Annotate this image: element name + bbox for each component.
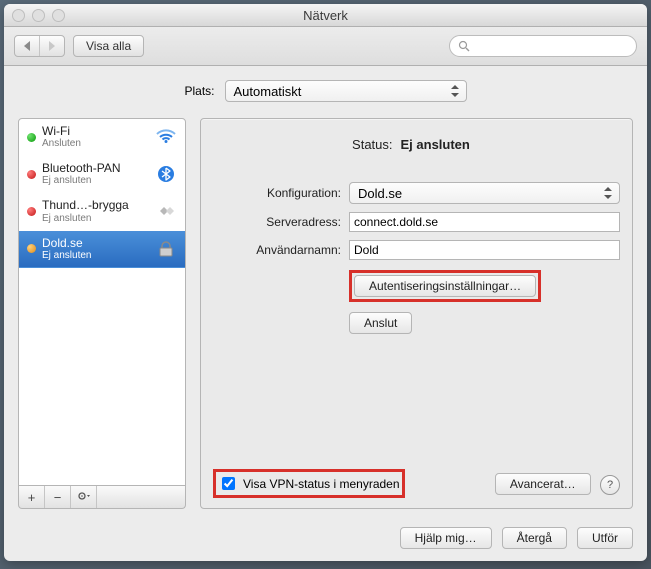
nav-back-button[interactable] [15,36,39,56]
panel-footer-right: Avancerat… ? [495,473,620,495]
sidebar-item-status: Ej ansluten [42,250,149,261]
sidebar-item-status: Ansluten [42,138,149,149]
server-address-input[interactable] [349,212,620,232]
wifi-icon [155,128,177,146]
window-title: Nätverk [4,8,647,23]
sidebar-item-thunderbolt[interactable]: Thund…-brygga Ej ansluten [19,193,185,230]
sidebar-item-vpn[interactable]: Dold.se Ej ansluten [19,231,185,268]
thunderbolt-icon [155,202,177,220]
highlight-vpn-checkbox: Visa VPN-status i menyraden [213,469,405,498]
vpn-status-checkbox-label: Visa VPN-status i menyraden [243,477,400,491]
status-row: Status: Ej ansluten [213,137,620,152]
server-label: Serveradress: [213,215,341,229]
sidebar-item-status: Ej ansluten [42,175,149,186]
interfaces-list: Wi-Fi Ansluten Bluetooth-PAN Ej ansluten [18,118,186,486]
nav-forward-button[interactable] [39,36,64,56]
titlebar: Nätverk [4,4,647,27]
sidebar-toolbar: + − [18,486,186,509]
help-button[interactable]: ? [600,475,620,495]
sidebar-item-label: Wi-Fi [42,125,149,138]
interface-gear-button[interactable] [71,486,97,508]
server-row: Serveradress: [213,212,620,232]
config-row: Konfiguration: Dold.se [213,182,620,204]
show-all-button[interactable]: Visa alla [73,35,144,57]
status-dot-icon [27,244,36,253]
username-row: Användarnamn: [213,240,620,260]
apply-button[interactable]: Utför [577,527,633,549]
gear-icon [77,490,91,502]
sidebar-item-label: Dold.se [42,237,149,250]
config-label: Konfiguration: [213,186,341,200]
highlight-auth: Autentiseringsinställningar… [349,270,541,302]
add-interface-button[interactable]: + [19,486,45,508]
location-label: Plats: [184,84,214,98]
status-dot-icon [27,207,36,216]
config-value: Dold.se [358,186,402,201]
search-input[interactable] [449,35,637,57]
search-icon [458,40,470,52]
remove-interface-button[interactable]: − [45,486,71,508]
username-label: Användarnamn: [213,243,341,257]
status-dot-icon [27,170,36,179]
lock-icon [155,240,177,258]
revert-button[interactable]: Återgå [502,527,567,549]
vpn-status-checkbox[interactable] [222,477,235,490]
status-value: Ej ansluten [401,137,561,152]
bluetooth-icon [155,165,177,183]
location-select[interactable]: Automatiskt [225,80,467,102]
sidebar-item-wifi[interactable]: Wi-Fi Ansluten [19,119,185,156]
main-area: Wi-Fi Ansluten Bluetooth-PAN Ej ansluten [4,112,647,519]
advanced-button[interactable]: Avancerat… [495,473,591,495]
auth-row: Autentiseringsinställningar… [349,270,620,302]
sidebar-item-bluetooth[interactable]: Bluetooth-PAN Ej ansluten [19,156,185,193]
status-dot-icon [27,133,36,142]
location-value: Automatiskt [234,84,302,99]
sidebar-container: Wi-Fi Ansluten Bluetooth-PAN Ej ansluten [18,118,186,509]
auth-settings-button[interactable]: Autentiseringsinställningar… [354,275,536,297]
bottom-actions: Hjälp mig… Återgå Utför [4,519,647,561]
nav-buttons [14,35,65,57]
network-preferences-window: Nätverk Visa alla Plats: Automatiskt [4,4,647,561]
help-me-button[interactable]: Hjälp mig… [400,527,492,549]
details-panel: Status: Ej ansluten Konfiguration: Dold.… [200,118,633,509]
sidebar-item-label: Thund…-brygga [42,199,149,212]
connect-row: Anslut [349,312,620,334]
panel-footer: Visa VPN-status i menyraden Avancerat… ? [213,457,620,498]
toolbar: Visa alla [4,27,647,66]
location-row: Plats: Automatiskt [4,66,647,112]
config-select[interactable]: Dold.se [349,182,620,204]
username-input[interactable] [349,240,620,260]
connect-button[interactable]: Anslut [349,312,412,334]
sidebar-item-label: Bluetooth-PAN [42,162,149,175]
vpn-status-checkbox-row: Visa VPN-status i menyraden [218,474,400,493]
sidebar-item-status: Ej ansluten [42,213,149,224]
status-label: Status: [273,137,393,152]
